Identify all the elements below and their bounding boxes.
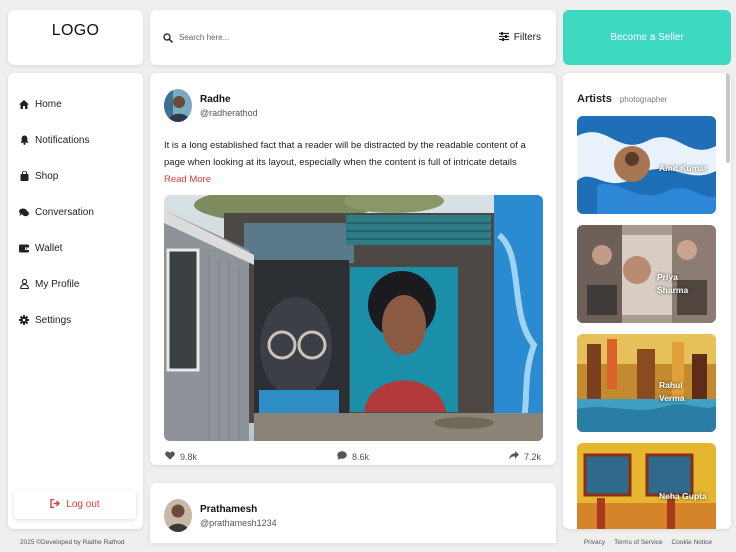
sidebar-item-notifications[interactable]: Notifications bbox=[8, 122, 143, 158]
search-input[interactable] bbox=[179, 33, 479, 42]
footer-link-terms[interactable]: Terms of Service bbox=[614, 539, 662, 546]
sliders-icon bbox=[498, 31, 509, 44]
logo-text: LOGO bbox=[51, 22, 100, 39]
sidebar-item-home[interactable]: Home bbox=[8, 86, 143, 122]
post-actions: 9.8k 8.6k 7.2k bbox=[164, 451, 542, 462]
artist-card[interactable]: Priya Sharma bbox=[577, 225, 716, 323]
share-icon bbox=[508, 451, 519, 462]
chat-icon bbox=[19, 207, 29, 217]
artist-name: Neha Gupta bbox=[659, 491, 707, 501]
sidebar-item-label: Settings bbox=[35, 314, 72, 326]
avatar[interactable] bbox=[164, 499, 192, 532]
sidebar-item-label: Conversation bbox=[35, 206, 94, 218]
artist-name: Rahul Verma bbox=[659, 380, 685, 403]
sidebar-item-shop[interactable]: Shop bbox=[8, 158, 143, 194]
sidebar-item-label: Wallet bbox=[35, 242, 63, 254]
scrollbar[interactable] bbox=[726, 73, 730, 163]
tab-artists[interactable]: Artists bbox=[577, 93, 612, 105]
filters-button[interactable]: Filters bbox=[498, 31, 541, 44]
post-body: It is a long established fact that a rea… bbox=[164, 140, 526, 168]
sidebar-item-label: My Profile bbox=[35, 278, 80, 290]
sidebar-item-settings[interactable]: Settings bbox=[8, 302, 143, 338]
artist-card[interactable]: Neha Gupta bbox=[577, 443, 716, 529]
post-author-name[interactable]: Radhe bbox=[200, 94, 258, 105]
search-icon bbox=[163, 32, 173, 43]
shopping-bag-icon bbox=[19, 171, 29, 181]
home-icon bbox=[19, 99, 29, 109]
avatar[interactable] bbox=[164, 89, 192, 122]
comment-count: 8.6k bbox=[351, 451, 369, 462]
post-card: Prathamesh @prathamesh1234 bbox=[150, 483, 556, 543]
comment-icon bbox=[337, 451, 347, 462]
footer-link-privacy[interactable]: Privacy bbox=[584, 539, 605, 546]
logout-button[interactable]: Log out bbox=[14, 490, 136, 519]
become-seller-button[interactable]: Become a Seller bbox=[563, 10, 731, 65]
sidebar-item-label: Home bbox=[35, 98, 62, 110]
sidebar-item-label: Notifications bbox=[35, 134, 90, 146]
comment-button[interactable]: 8.6k bbox=[337, 451, 369, 462]
footer-links: Privacy Terms of Service Cookie Notice bbox=[584, 539, 712, 546]
post-author-handle: @prathamesh1234 bbox=[200, 517, 277, 528]
bell-icon bbox=[19, 135, 29, 145]
wallet-icon bbox=[19, 243, 29, 253]
artist-card[interactable]: Rahul Verma bbox=[577, 334, 716, 432]
like-button[interactable]: 9.8k bbox=[165, 451, 197, 462]
share-button[interactable]: 7.2k bbox=[508, 451, 541, 462]
sidebar-item-my-profile[interactable]: My Profile bbox=[8, 266, 143, 302]
post-header: Radhe @radherathod bbox=[164, 89, 542, 122]
post-card: Radhe @radherathod It is a long establis… bbox=[150, 73, 556, 465]
sidebar-item-conversation[interactable]: Conversation bbox=[8, 194, 143, 230]
sidebar-item-label: Shop bbox=[35, 170, 59, 182]
artists-tabs: Artists photographer bbox=[577, 93, 717, 105]
post-text: It is a long established fact that a rea… bbox=[164, 137, 542, 188]
post-image[interactable] bbox=[164, 195, 543, 441]
footer-link-cookie[interactable]: Cookie Notice bbox=[672, 539, 712, 546]
post-header: Prathamesh @prathamesh1234 bbox=[164, 499, 542, 532]
sidebar-item-wallet[interactable]: Wallet bbox=[8, 230, 143, 266]
search-bar: Filters bbox=[150, 10, 556, 65]
logo[interactable]: LOGO bbox=[8, 10, 143, 65]
artist-name: Priya Sharma bbox=[657, 272, 689, 295]
post-author-name[interactable]: Prathamesh bbox=[200, 504, 277, 515]
tab-photographer[interactable]: photographer bbox=[620, 95, 668, 104]
footer-copyright: 2025 ©Developed by Radhe Rathod bbox=[20, 539, 125, 546]
sidebar: Home Notifications Shop Conversation Wal… bbox=[8, 73, 143, 529]
artists-panel: Artists photographer Amit Kumar Priya Sh… bbox=[563, 73, 731, 529]
become-seller-label: Become a Seller bbox=[610, 32, 684, 43]
logout-icon bbox=[50, 498, 61, 511]
like-count: 9.8k bbox=[180, 451, 198, 462]
share-count: 7.2k bbox=[523, 451, 541, 462]
artist-name: Amit Kumar bbox=[659, 163, 708, 173]
filters-label: Filters bbox=[513, 32, 541, 43]
gear-icon bbox=[19, 315, 29, 325]
post-author-handle: @radherathod bbox=[200, 107, 258, 118]
logout-label: Log out bbox=[66, 499, 100, 510]
heart-icon bbox=[165, 451, 175, 462]
read-more-link[interactable]: Read More bbox=[164, 174, 211, 185]
artist-card[interactable]: Amit Kumar bbox=[577, 116, 716, 214]
user-icon bbox=[19, 279, 29, 289]
